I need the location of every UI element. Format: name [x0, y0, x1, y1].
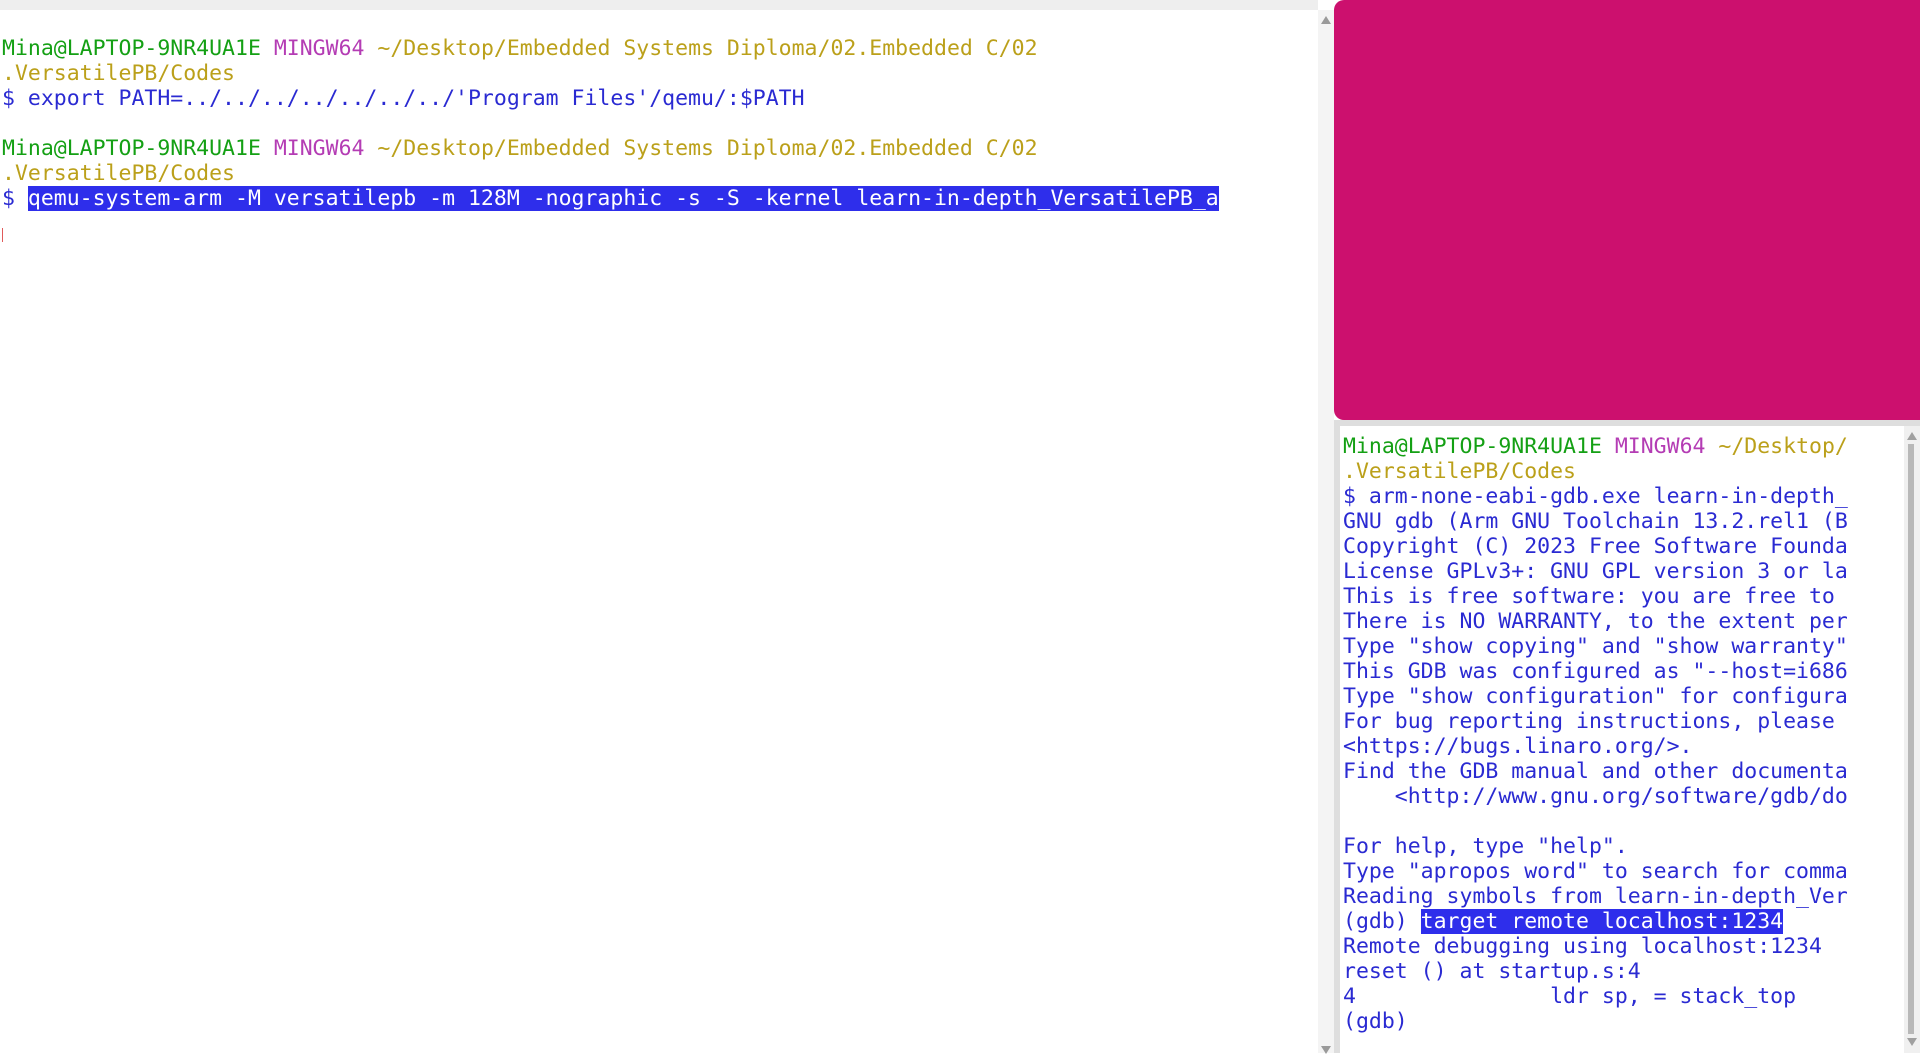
- prompt-line: Mina@LAPTOP-9NR4UA1E MINGW64 ~/Desktop/: [1343, 434, 1848, 459]
- output-line: Remote debugging using localhost:1234: [1343, 934, 1822, 959]
- command-line: $ qemu-system-arm -M versatilepb -m 128M…: [2, 186, 1219, 211]
- output-line: Type "show copying" and "show warranty": [1343, 634, 1848, 659]
- output-line: Find the GDB manual and other documenta: [1343, 759, 1848, 784]
- prompt-user: Mina@LAPTOP-9NR4UA1E: [1343, 434, 1602, 459]
- output-line: This is free software: you are free to: [1343, 584, 1835, 609]
- output-line: For help, type "help".: [1343, 834, 1628, 859]
- prompt-line: Mina@LAPTOP-9NR4UA1E MINGW64 ~/Desktop/E…: [2, 136, 1219, 161]
- selected-gdb-command[interactable]: target remote localhost:1234: [1420, 909, 1784, 934]
- output-line: This GDB was configured as "--host=i686: [1343, 659, 1848, 684]
- prompt-system: MINGW64: [1614, 434, 1706, 459]
- prompt-path-cont: .VersatilePB/Codes: [2, 161, 235, 186]
- top-strip: [0, 0, 1318, 10]
- scroll-up-icon[interactable]: [1907, 432, 1917, 440]
- scroll-up-icon[interactable]: [1321, 16, 1331, 24]
- terminal-output: Mina@LAPTOP-9NR4UA1E MINGW64 ~/Desktop/E…: [2, 36, 1219, 211]
- output-line: For bug reporting instructions, please: [1343, 709, 1835, 734]
- gdb-output-lines: $ arm-none-eabi-gdb.exe learn-in-depth_ G…: [1343, 484, 1848, 909]
- prompt-user: Mina@LAPTOP-9NR4UA1E: [2, 136, 261, 161]
- prompt-path: ~/Desktop/Embedded Systems Diploma/02.Em…: [377, 136, 1038, 161]
- prompt-path: ~/Desktop/: [1718, 434, 1848, 459]
- output-line: (gdb): [1343, 1009, 1408, 1034]
- output-line: License GPLv3+: GNU GPL version 3 or la: [1343, 559, 1848, 584]
- output-line: <https://bugs.linaro.org/>.: [1343, 734, 1693, 759]
- output-line: There is NO WARRANTY, to the extent per: [1343, 609, 1848, 634]
- scroll-down-icon[interactable]: [1907, 1038, 1917, 1046]
- prompt-line: Mina@LAPTOP-9NR4UA1E MINGW64 ~/Desktop/E…: [2, 36, 1219, 61]
- output-line: GNU gdb (Arm GNU Toolchain 13.2.rel1 (B: [1343, 509, 1848, 534]
- text-cursor: [2, 228, 3, 242]
- output-line: Type "show configuration" for configura: [1343, 684, 1848, 709]
- prompt-system: MINGW64: [273, 36, 365, 61]
- output-line: Reading symbols from learn-in-depth_Ver: [1343, 884, 1848, 909]
- gdb-prompt: (gdb): [1343, 909, 1421, 934]
- prompt-path-cont: .VersatilePB/Codes: [1343, 459, 1576, 484]
- prompt-path: ~/Desktop/Embedded Systems Diploma/02.Em…: [377, 36, 1038, 61]
- scroll-thumb[interactable]: [1908, 444, 1914, 1034]
- command-line: $ export PATH=../../../../../../../'Prog…: [2, 86, 805, 111]
- selected-command[interactable]: qemu-system-arm -M versatilepb -m 128M -…: [27, 186, 1219, 211]
- prompt-user: Mina@LAPTOP-9NR4UA1E: [2, 36, 261, 61]
- prompt-path-cont: .VersatilePB/Codes: [2, 61, 235, 86]
- prompt-system: MINGW64: [273, 136, 365, 161]
- qemu-terminal-window[interactable]: Mina@LAPTOP-9NR4UA1E MINGW64 ~/Desktop/E…: [0, 10, 1318, 1053]
- output-line: Copyright (C) 2023 Free Software Founda: [1343, 534, 1848, 559]
- gdb-command-line: (gdb) target remote localhost:1234: [1343, 909, 1848, 934]
- pink-window-panel: [1334, 0, 1920, 420]
- gdb-terminal-window[interactable]: Mina@LAPTOP-9NR4UA1E MINGW64 ~/Desktop/ …: [1340, 426, 1904, 1053]
- output-line: <http://www.gnu.org/software/gdb/do: [1343, 784, 1848, 809]
- left-scrollbar[interactable]: [1318, 10, 1334, 1054]
- gdb-output: Mina@LAPTOP-9NR4UA1E MINGW64 ~/Desktop/ …: [1343, 434, 1848, 1034]
- output-line: Type "apropos word" to search for comma: [1343, 859, 1848, 884]
- gdb-output-after: Remote debugging using localhost:1234 res…: [1343, 934, 1848, 1034]
- output-line: 4 ldr sp, = stack_top: [1343, 984, 1797, 1009]
- right-scrollbar[interactable]: [1904, 426, 1920, 1053]
- output-line: $ arm-none-eabi-gdb.exe learn-in-depth_: [1343, 484, 1848, 509]
- output-line: reset () at startup.s:4: [1343, 959, 1641, 984]
- command-symbol: $: [2, 186, 28, 211]
